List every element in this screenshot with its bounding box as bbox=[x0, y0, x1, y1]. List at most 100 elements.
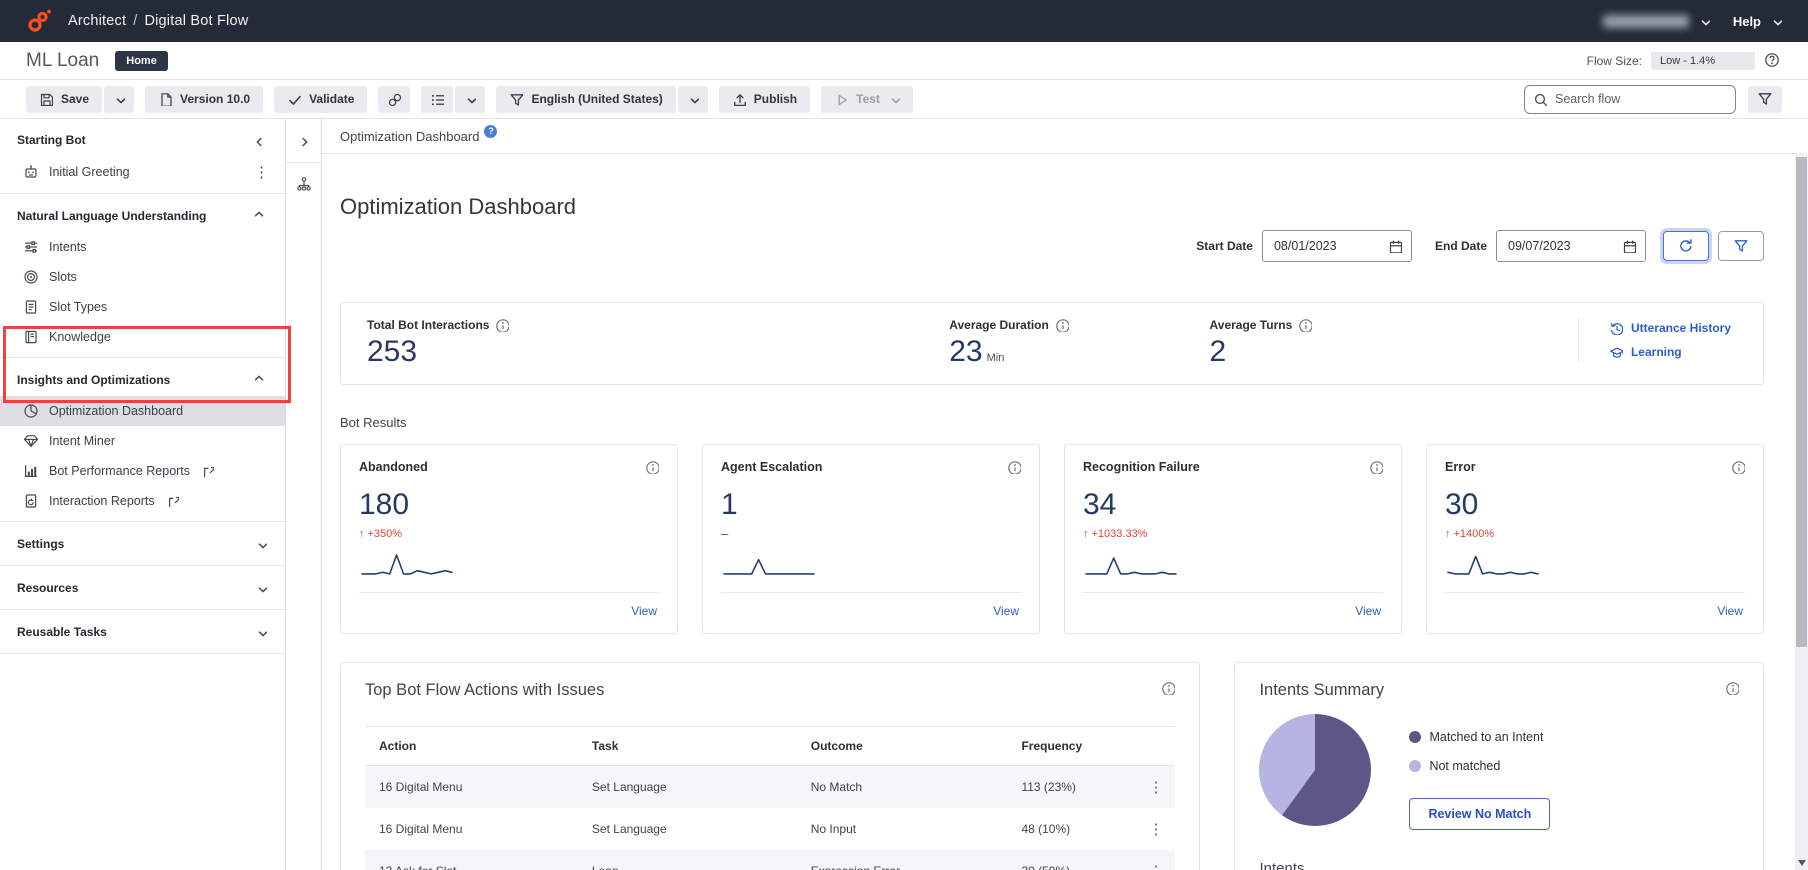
genesys-logo-icon[interactable] bbox=[26, 8, 52, 34]
breadcrumb-help-icon[interactable]: ? bbox=[484, 125, 497, 138]
calendar-icon[interactable] bbox=[1388, 239, 1402, 253]
info-icon[interactable] bbox=[1369, 460, 1383, 474]
chevron-up-icon[interactable] bbox=[255, 210, 267, 222]
card-change: ↑+1400% bbox=[1445, 527, 1745, 540]
view-link[interactable]: View bbox=[1355, 604, 1381, 618]
sidebar-item-optimization-dashboard[interactable]: Optimization Dashboard bbox=[0, 396, 285, 426]
vertical-scrollbar[interactable] bbox=[1795, 153, 1808, 870]
section-insights[interactable]: Insights and Optimizations bbox=[0, 363, 285, 396]
version-button[interactable]: Version 10.0 bbox=[145, 86, 263, 113]
sidebar-item-knowledge[interactable]: Knowledge bbox=[0, 322, 285, 352]
kpi-average-turns: Average Turns 2 bbox=[1210, 318, 1578, 367]
validate-button[interactable]: Validate bbox=[274, 86, 367, 113]
chevron-up-icon[interactable] bbox=[255, 374, 267, 386]
language-selector[interactable]: English (United States) bbox=[496, 86, 675, 113]
sidebar-item-intent-miner[interactable]: Intent Miner bbox=[0, 426, 285, 456]
utterance-history-link[interactable]: Utterance History bbox=[1609, 321, 1731, 335]
chevron-down-icon[interactable] bbox=[255, 582, 267, 594]
dashboard-filter-button[interactable] bbox=[1718, 231, 1764, 261]
info-icon[interactable] bbox=[1731, 460, 1745, 474]
review-no-match-button[interactable]: Review No Match bbox=[1409, 798, 1550, 830]
help-circle-icon[interactable] bbox=[1764, 52, 1782, 70]
save-button[interactable]: Save bbox=[26, 86, 102, 113]
kpi-average-duration: Average Duration 23Min bbox=[949, 318, 1209, 367]
section-nlu[interactable]: Natural Language Understanding bbox=[0, 199, 285, 232]
row-kebab-menu[interactable]: ⋮ bbox=[1144, 778, 1167, 796]
flow-type: Digital Bot Flow bbox=[144, 13, 248, 29]
info-icon[interactable] bbox=[1298, 318, 1312, 332]
funnel-icon bbox=[509, 92, 523, 106]
refresh-button[interactable] bbox=[1663, 231, 1709, 261]
publish-button[interactable]: Publish bbox=[719, 86, 810, 113]
arrow-up-icon: ↑ bbox=[1083, 528, 1089, 540]
upload-icon bbox=[732, 92, 746, 106]
section-starting-bot[interactable]: Starting Bot bbox=[0, 123, 285, 156]
chevron-down-icon[interactable] bbox=[255, 538, 267, 550]
user-menu-redacted[interactable] bbox=[1603, 15, 1689, 28]
sparkline-chart bbox=[721, 550, 817, 580]
ordered-list-button[interactable] bbox=[421, 86, 453, 113]
view-link[interactable]: View bbox=[631, 604, 657, 618]
gem-icon bbox=[23, 433, 39, 449]
legend-item-not-matched: Not matched bbox=[1409, 759, 1550, 773]
info-icon[interactable] bbox=[1161, 681, 1175, 695]
card-abandoned: Abandoned 180 ↑+350% View bbox=[340, 444, 678, 634]
calendar-icon[interactable] bbox=[1622, 239, 1636, 253]
kebab-menu-icon[interactable]: ⋮ bbox=[254, 163, 269, 181]
start-date-input[interactable] bbox=[1272, 238, 1362, 254]
help-menu[interactable]: Help bbox=[1733, 14, 1761, 29]
divider bbox=[0, 193, 285, 194]
panel-title: Top Bot Flow Actions with Issues bbox=[365, 681, 604, 700]
graduation-cap-icon bbox=[1609, 345, 1623, 359]
end-date-field[interactable] bbox=[1496, 230, 1646, 262]
flow-structure-button[interactable] bbox=[294, 173, 314, 193]
sidebar-item-interaction-reports[interactable]: Interaction Reports bbox=[0, 486, 285, 516]
flow-header: ML Loan Home Flow Size: Low - 1.4% bbox=[0, 42, 1808, 80]
sidebar-rail bbox=[286, 119, 322, 870]
chevron-down-icon[interactable] bbox=[1770, 15, 1782, 27]
row-kebab-menu[interactable]: ⋮ bbox=[1144, 862, 1167, 870]
chevron-down-icon[interactable] bbox=[1698, 15, 1710, 27]
numbered-list-icon bbox=[430, 92, 444, 106]
chevron-right-icon bbox=[297, 136, 311, 150]
info-icon[interactable] bbox=[1055, 318, 1069, 332]
ordered-list-dropdown-button[interactable] bbox=[455, 86, 485, 113]
row-kebab-menu[interactable]: ⋮ bbox=[1144, 820, 1167, 838]
info-icon[interactable] bbox=[1007, 460, 1021, 474]
view-link[interactable]: View bbox=[1717, 604, 1743, 618]
sidebar-item-slot-types[interactable]: Slot Types bbox=[0, 292, 285, 322]
intents-subheading: Intents bbox=[1259, 860, 1739, 870]
info-icon[interactable] bbox=[645, 460, 659, 474]
search-flow-input[interactable] bbox=[1524, 85, 1736, 114]
divider bbox=[0, 357, 285, 358]
arrow-up-icon: ↑ bbox=[1445, 528, 1451, 540]
sidebar-item-bot-performance-reports[interactable]: Bot Performance Reports bbox=[0, 456, 285, 486]
view-link[interactable]: View bbox=[993, 604, 1019, 618]
info-icon[interactable] bbox=[1725, 681, 1739, 695]
section-resources[interactable]: Resources bbox=[0, 571, 285, 604]
test-button[interactable]: Test bbox=[821, 86, 913, 113]
learning-link[interactable]: Learning bbox=[1609, 345, 1731, 359]
chevron-left-icon[interactable] bbox=[255, 134, 267, 146]
dependencies-link-button[interactable] bbox=[378, 86, 410, 113]
sidebar-item-slots[interactable]: Slots bbox=[0, 262, 285, 292]
sidebar-item-intents[interactable]: Intents bbox=[0, 232, 285, 262]
main-content: Optimization Dashboard ? Optimization Da… bbox=[322, 119, 1808, 870]
breadcrumb-label: Optimization Dashboard bbox=[340, 129, 479, 144]
expand-panel-button[interactable] bbox=[295, 133, 313, 152]
scrollbar-thumb[interactable] bbox=[1796, 157, 1807, 647]
section-settings[interactable]: Settings bbox=[0, 527, 285, 560]
toolbar-filter-button[interactable] bbox=[1748, 86, 1782, 113]
end-date-input[interactable] bbox=[1506, 238, 1596, 254]
flow-size-value: Low - 1.4% bbox=[1651, 52, 1755, 70]
card-error: Error 30 ↑+1400% View bbox=[1426, 444, 1764, 634]
sidebar-item-initial-greeting[interactable]: Initial Greeting ⋮ bbox=[0, 156, 285, 188]
save-dropdown-button[interactable] bbox=[104, 86, 134, 113]
bar-chart-icon bbox=[23, 463, 39, 479]
language-dropdown-button[interactable] bbox=[678, 86, 708, 113]
scrollbar-down-arrow[interactable] bbox=[1798, 860, 1806, 866]
chevron-down-icon[interactable] bbox=[255, 626, 267, 638]
info-icon[interactable] bbox=[495, 318, 509, 332]
section-reusable-tasks[interactable]: Reusable Tasks bbox=[0, 615, 285, 648]
start-date-field[interactable] bbox=[1262, 230, 1412, 262]
